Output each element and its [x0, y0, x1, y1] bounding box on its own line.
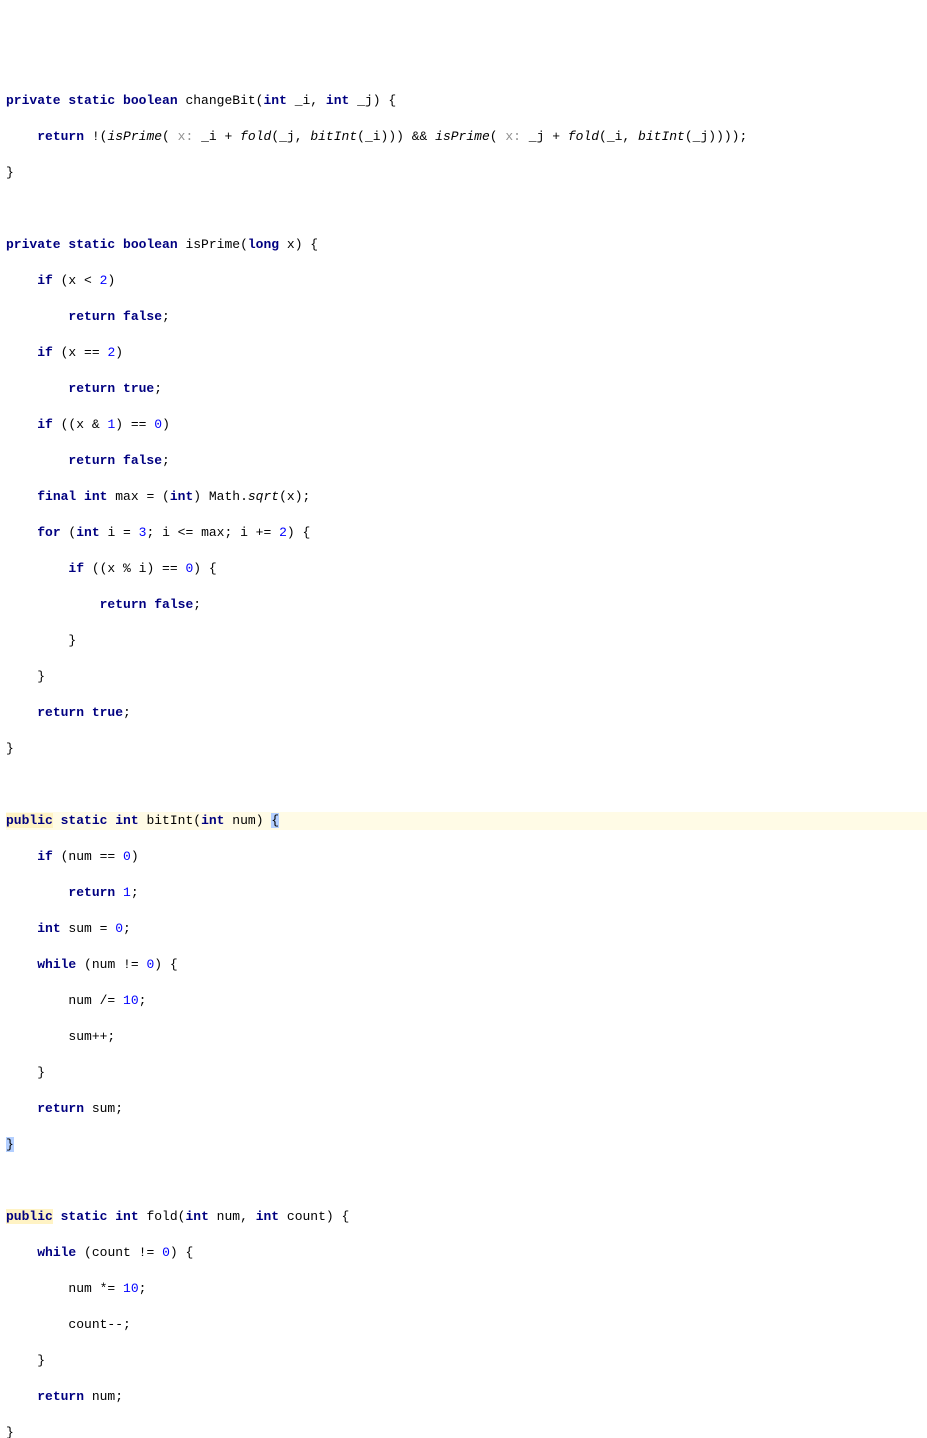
code-line[interactable]: return num;: [6, 1388, 927, 1406]
code-line[interactable]: [6, 1172, 927, 1190]
code-line[interactable]: return true;: [6, 380, 927, 398]
code-line[interactable]: }: [6, 632, 927, 650]
code-line[interactable]: while (num != 0) {: [6, 956, 927, 974]
code-line[interactable]: return sum;: [6, 1100, 927, 1118]
code-line[interactable]: }: [6, 1352, 927, 1370]
highlighted-method-line[interactable]: public static int bitInt(int num) {: [6, 812, 927, 830]
code-line[interactable]: }: [6, 1064, 927, 1082]
code-line[interactable]: return false;: [6, 452, 927, 470]
code-line[interactable]: if ((x % i) == 0) {: [6, 560, 927, 578]
code-line[interactable]: num *= 10;: [6, 1280, 927, 1298]
code-line[interactable]: return false;: [6, 596, 927, 614]
code-line[interactable]: }: [6, 1136, 927, 1154]
code-line[interactable]: return 1;: [6, 884, 927, 902]
code-line[interactable]: if (num == 0): [6, 848, 927, 866]
matching-brace: }: [6, 1137, 14, 1152]
code-line[interactable]: while (count != 0) {: [6, 1244, 927, 1262]
code-editor[interactable]: private static boolean changeBit(int _i,…: [0, 72, 927, 1438]
code-line[interactable]: count--;: [6, 1316, 927, 1334]
code-line[interactable]: sum++;: [6, 1028, 927, 1046]
code-line[interactable]: return false;: [6, 308, 927, 326]
code-line[interactable]: return !(isPrime( x: _i + fold(_j, bitIn…: [6, 128, 927, 146]
code-line[interactable]: final int max = (int) Math.sqrt(x);: [6, 488, 927, 506]
code-line[interactable]: return true;: [6, 704, 927, 722]
code-line[interactable]: if ((x & 1) == 0): [6, 416, 927, 434]
code-line[interactable]: int sum = 0;: [6, 920, 927, 938]
code-line[interactable]: }: [6, 740, 927, 758]
code-line[interactable]: num /= 10;: [6, 992, 927, 1010]
code-line[interactable]: private static boolean changeBit(int _i,…: [6, 92, 927, 110]
code-line[interactable]: for (int i = 3; i <= max; i += 2) {: [6, 524, 927, 542]
code-line[interactable]: }: [6, 1424, 927, 1438]
code-line[interactable]: if (x == 2): [6, 344, 927, 362]
code-line[interactable]: if (x < 2): [6, 272, 927, 290]
code-line[interactable]: [6, 776, 927, 794]
code-line[interactable]: }: [6, 668, 927, 686]
code-line[interactable]: private static boolean isPrime(long x) {: [6, 236, 927, 254]
code-line[interactable]: }: [6, 164, 927, 182]
matching-brace: {: [271, 813, 279, 828]
parameter-hint: x:: [170, 129, 201, 144]
code-line[interactable]: public static int fold(int num, int coun…: [6, 1208, 927, 1226]
code-line[interactable]: [6, 200, 927, 218]
parameter-hint: x:: [498, 129, 529, 144]
